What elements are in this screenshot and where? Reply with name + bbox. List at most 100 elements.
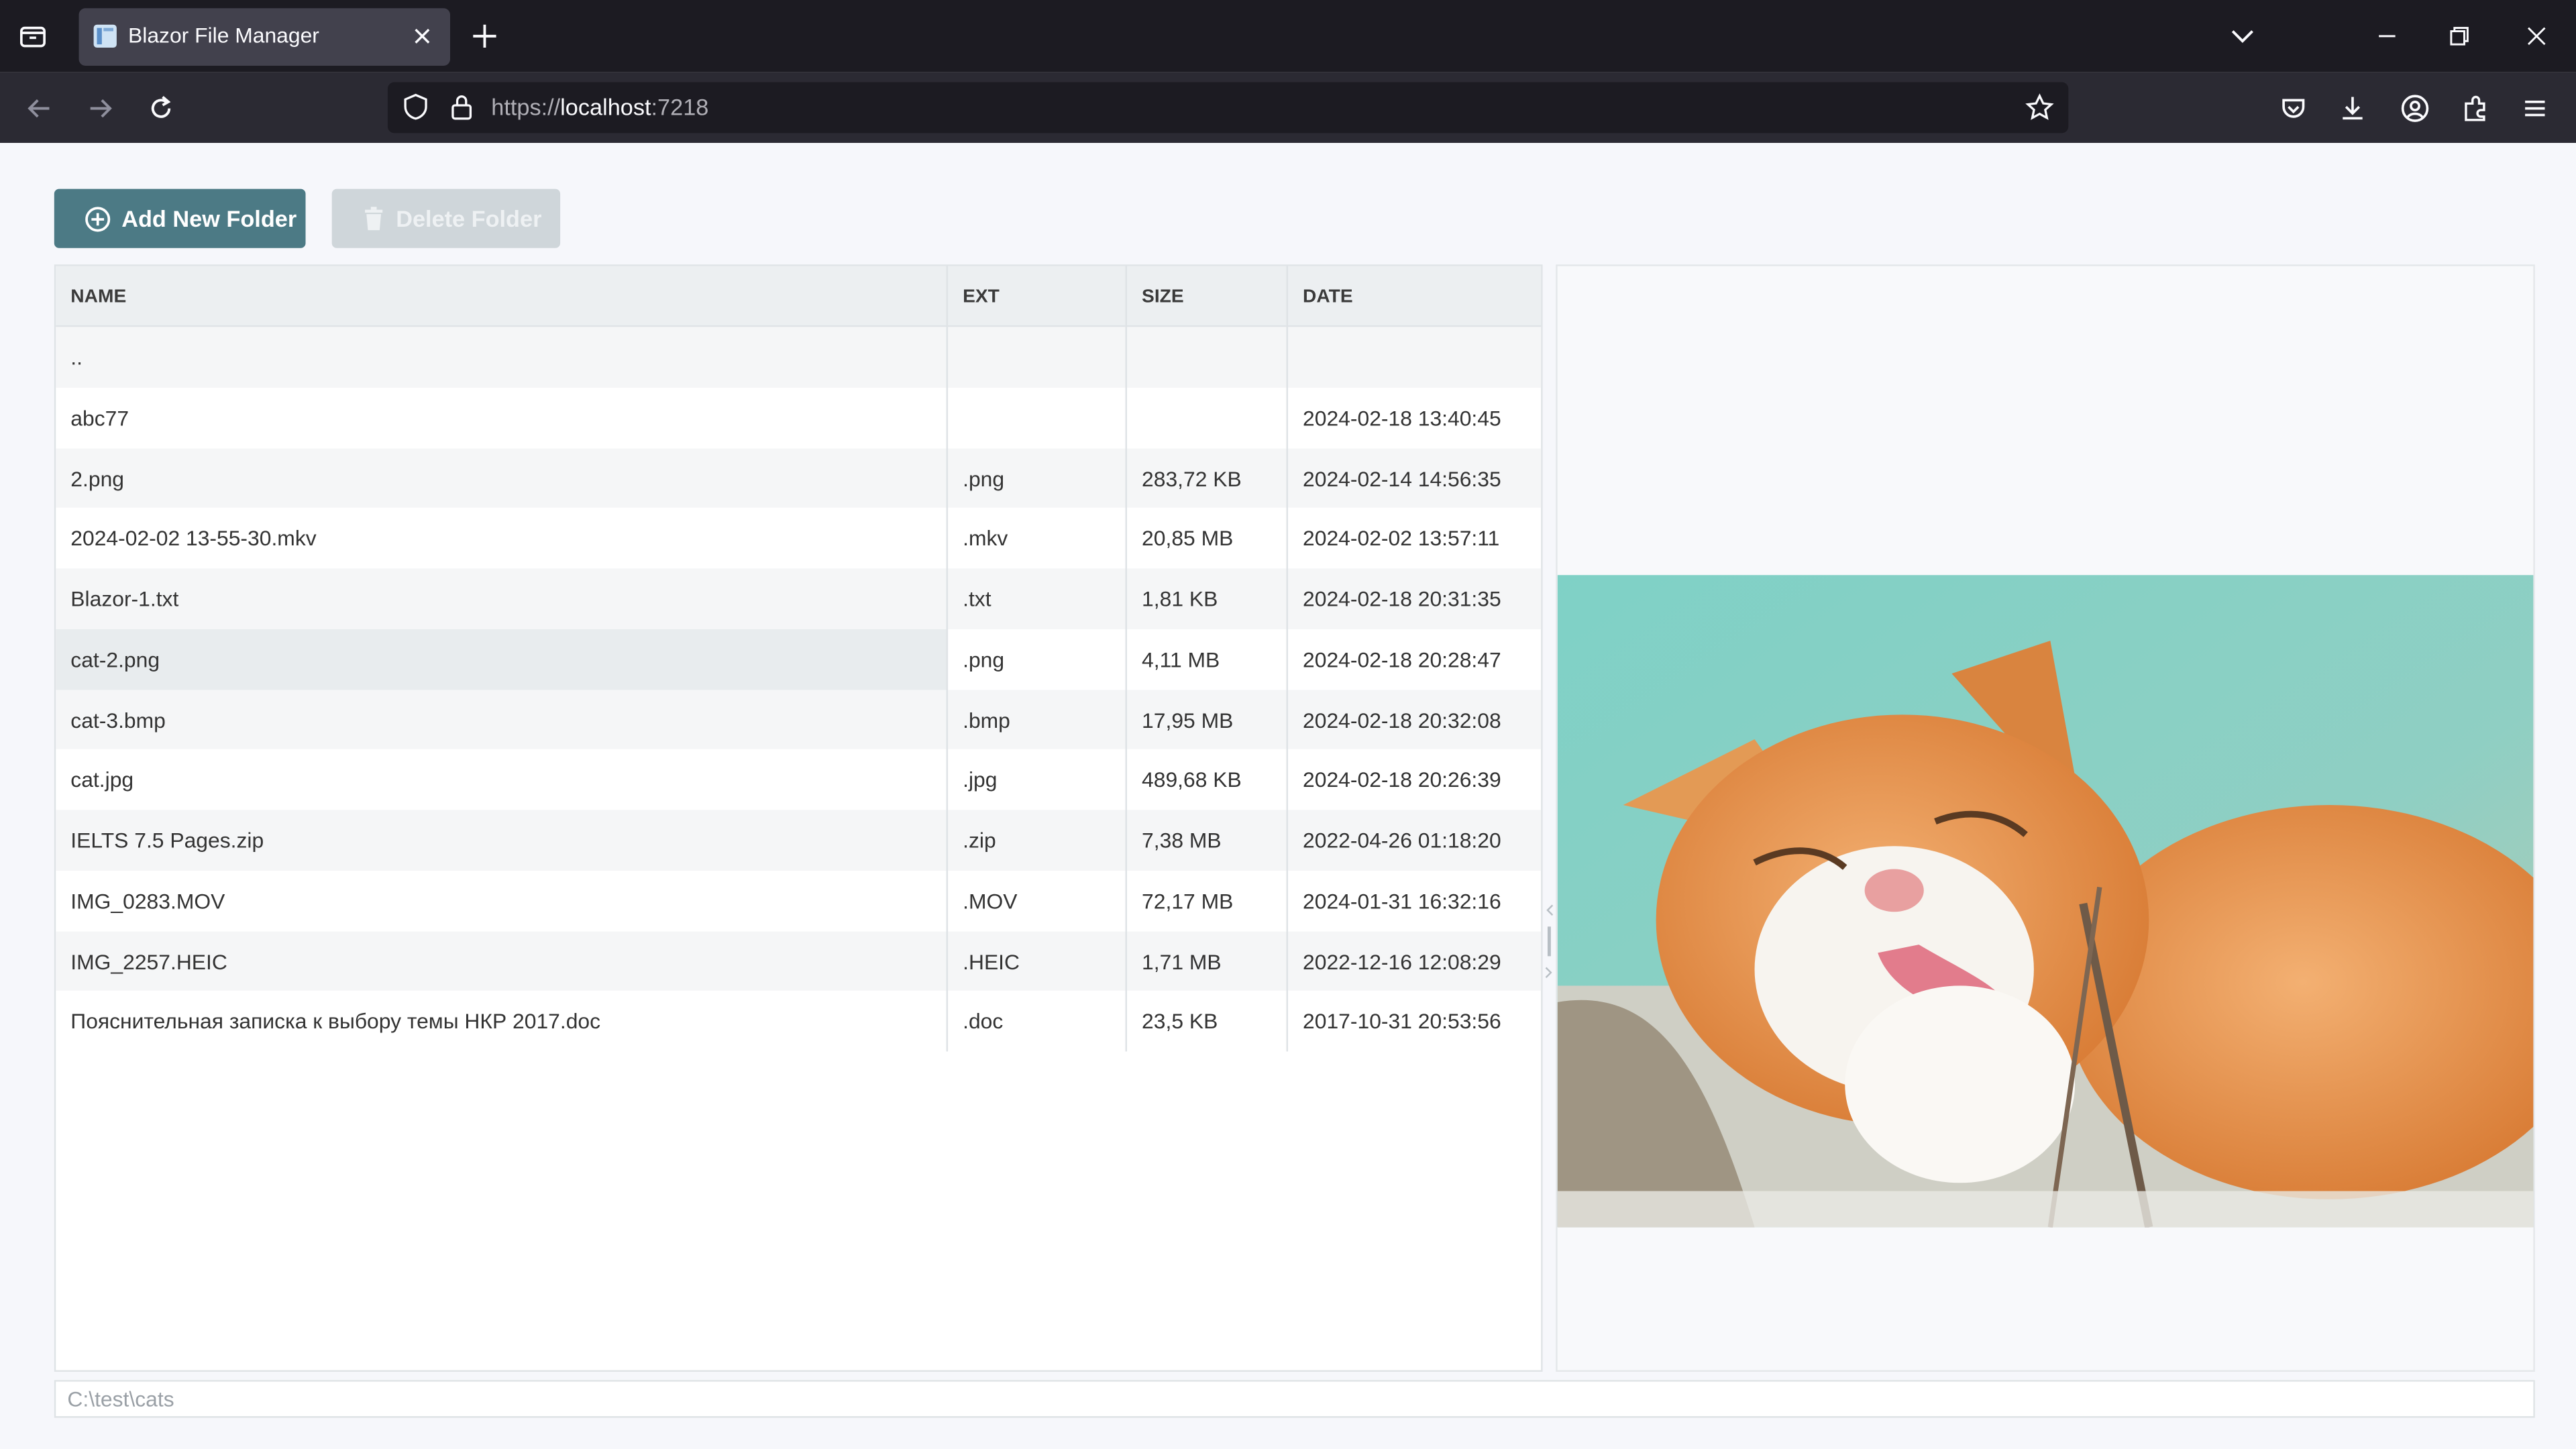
- cell-size: 489,68 KB: [1125, 749, 1288, 810]
- plus-circle-icon: [85, 206, 111, 231]
- account-icon[interactable]: [2399, 92, 2432, 125]
- shield-icon[interactable]: [401, 92, 431, 121]
- cell-date: 2024-02-02 13:57:11: [1286, 508, 1542, 569]
- cell-name: 2024-02-02 13-55-30.mkv: [70, 526, 317, 551]
- tab-overview-icon[interactable]: [16, 19, 49, 52]
- cell-ext: .mkv: [946, 508, 1127, 569]
- cell-ext: [946, 327, 1127, 388]
- cell-size: 72,17 MB: [1125, 870, 1288, 931]
- add-new-folder-label: Add New Folder: [121, 205, 297, 232]
- cell-ext: .txt: [946, 568, 1127, 629]
- grid-rows: .. abc77 2024-02-18 13:40:45 2.png .png 283,7…: [56, 327, 1542, 1052]
- new-tab-icon[interactable]: [468, 19, 501, 52]
- cell-size: 20,85 MB: [1125, 508, 1288, 569]
- cell-ext: .png: [946, 447, 1127, 508]
- cell-size: 7,38 MB: [1125, 810, 1288, 871]
- cell-name: IMG_0283.MOV: [70, 888, 225, 914]
- cell-ext: .png: [946, 629, 1127, 690]
- file-manager-page: Add New Folder Delete Folder NAME EXT SI…: [0, 143, 2576, 1449]
- table-row[interactable]: cat-2.png .png 4,11 MB 2024-02-18 20:28:47: [56, 629, 1541, 690]
- cell-date: 2024-02-14 14:56:35: [1286, 447, 1542, 508]
- cell-name: Blazor-1.txt: [70, 586, 179, 612]
- delete-folder-button[interactable]: Delete Folder: [331, 189, 561, 248]
- current-path-bar: C:\test\cats: [54, 1380, 2535, 1418]
- table-row[interactable]: abc77 2024-02-18 13:40:45: [56, 387, 1542, 448]
- table-row[interactable]: IELTS 7.5 Pages.zip .zip 7,38 MB 2022-04-26…: [56, 810, 1542, 871]
- extensions-puzzle-icon[interactable]: [2459, 92, 2492, 125]
- cell-name: 2.png: [70, 466, 125, 491]
- cell-name: cat-2.png: [56, 629, 949, 690]
- url-port: :7218: [651, 93, 709, 120]
- cell-name: cat-3.bmp: [70, 707, 166, 733]
- cell-ext: .doc: [946, 991, 1127, 1052]
- cell-name: ..: [70, 345, 83, 370]
- cell-date: 2024-02-18 20:31:35: [1286, 568, 1542, 629]
- url-scheme: https://: [491, 93, 561, 120]
- list-tabs-chevron-down-icon[interactable]: [2226, 19, 2259, 52]
- table-row[interactable]: 2.png .png 283,72 KB 2024-02-14 14:56:35: [56, 447, 1542, 508]
- table-row[interactable]: IMG_0283.MOV .MOV 72,17 MB 2024-01-31 16:32…: [56, 870, 1542, 931]
- forward-arrow-icon[interactable]: [84, 92, 117, 125]
- pane-splitter[interactable]: [1542, 264, 1556, 1372]
- cell-ext: .bmp: [946, 689, 1127, 750]
- cell-ext: .zip: [946, 810, 1127, 871]
- column-header-size[interactable]: SIZE: [1125, 266, 1288, 327]
- cell-size: 283,72 KB: [1125, 447, 1288, 508]
- browser-tab[interactable]: Blazor File Manager: [78, 8, 451, 66]
- splitter-handle-icon: [1545, 904, 1554, 979]
- table-row[interactable]: Blazor-1.txt .txt 1,81 KB 2024-02-18 20:31:…: [56, 568, 1542, 629]
- grid-header: NAME EXT SIZE DATE: [56, 266, 1542, 327]
- pocket-icon[interactable]: [2277, 92, 2310, 125]
- file-grid: NAME EXT SIZE DATE .. abc77 2024-02-18 13:…: [54, 264, 1543, 1372]
- tab-close-icon[interactable]: [409, 23, 435, 49]
- table-row[interactable]: cat.jpg .jpg 489,68 KB 2024-02-18 20:26:39: [56, 749, 1541, 810]
- cell-ext: .HEIC: [946, 930, 1127, 991]
- reload-icon[interactable]: [145, 92, 178, 125]
- restore-icon[interactable]: [2443, 19, 2476, 52]
- lock-icon[interactable]: [447, 92, 476, 121]
- table-row[interactable]: Пояснительная записка к выбору темы НКР …: [56, 991, 1542, 1052]
- cell-date: 2024-02-18 13:40:45: [1286, 387, 1542, 448]
- delete-folder-label: Delete Folder: [396, 205, 542, 232]
- cell-date: 2017-10-31 20:53:56: [1286, 991, 1542, 1052]
- menu-hamburger-icon[interactable]: [2518, 92, 2551, 125]
- cell-size: 23,5 KB: [1125, 991, 1288, 1052]
- back-arrow-icon[interactable]: [23, 92, 56, 125]
- cell-ext: .MOV: [946, 870, 1127, 931]
- bookmark-star-icon[interactable]: [2024, 92, 2055, 123]
- cat-preview-image: [1557, 575, 2534, 1228]
- preview-pane: [1556, 264, 2535, 1372]
- tab-title: Blazor File Manager: [128, 23, 319, 48]
- column-header-name[interactable]: NAME: [56, 266, 948, 327]
- url-host: localhost: [560, 93, 651, 120]
- downloads-icon[interactable]: [2336, 92, 2369, 125]
- url-text[interactable]: https://localhost:7218: [491, 94, 708, 120]
- cell-date: 2024-01-31 16:32:16: [1286, 870, 1542, 931]
- trash-icon: [365, 207, 383, 231]
- cell-size: 4,11 MB: [1125, 629, 1288, 690]
- cell-name: IELTS 7.5 Pages.zip: [70, 828, 264, 853]
- table-row[interactable]: 2024-02-02 13-55-30.mkv .mkv 20,85 MB 2024-…: [56, 508, 1542, 569]
- cell-name: abc77: [70, 405, 129, 431]
- cell-name: cat.jpg: [70, 767, 134, 793]
- cell-date: 2022-12-16 12:08:29: [1286, 930, 1542, 991]
- column-header-ext[interactable]: EXT: [946, 266, 1127, 327]
- page-favicon-icon: [93, 24, 117, 48]
- column-header-date[interactable]: DATE: [1286, 266, 1542, 327]
- table-row[interactable]: cat-3.bmp .bmp 17,95 MB 2024-02-18 20:32:08: [56, 689, 1542, 750]
- browser-tab-bar: Blazor File Manager: [0, 0, 2576, 72]
- cell-name: IMG_2257.HEIC: [70, 949, 227, 974]
- table-row[interactable]: IMG_2257.HEIC .HEIC 1,71 MB 2022-12-16 12:0…: [56, 930, 1542, 991]
- cell-date: [1286, 327, 1542, 388]
- cell-size: [1125, 327, 1288, 388]
- cell-date: 2024-02-18 20:26:39: [1286, 749, 1542, 810]
- add-new-folder-button[interactable]: Add New Folder: [54, 189, 306, 248]
- browser-nav-bar: https://localhost:7218: [0, 72, 2576, 144]
- cell-size: [1125, 387, 1288, 448]
- close-window-icon[interactable]: [2520, 19, 2553, 52]
- address-bar[interactable]: https://localhost:7218: [387, 82, 2069, 133]
- table-row[interactable]: ..: [56, 327, 1542, 388]
- cell-size: 1,81 KB: [1125, 568, 1288, 629]
- minimize-icon[interactable]: [2371, 19, 2404, 52]
- cell-date: 2022-04-26 01:18:20: [1286, 810, 1542, 871]
